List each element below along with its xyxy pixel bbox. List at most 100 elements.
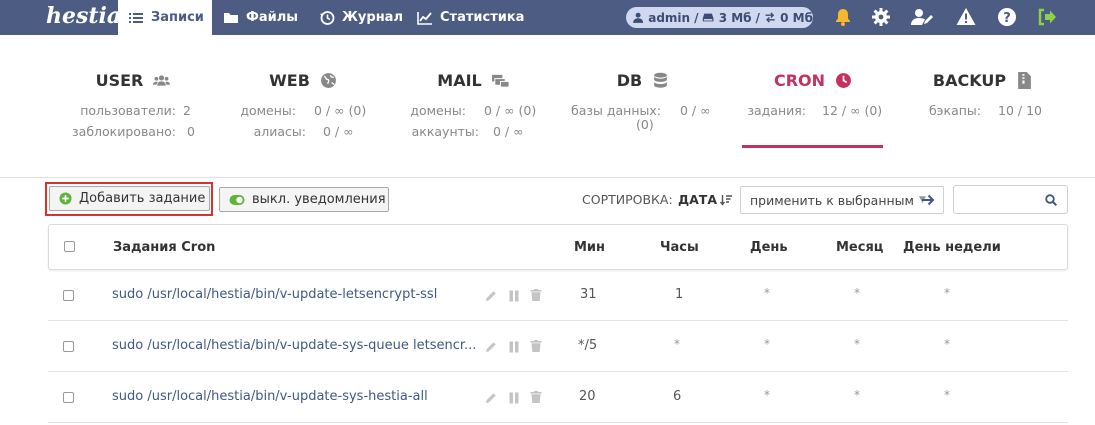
trash-icon[interactable]: [530, 289, 542, 301]
logout-icon[interactable]: [1037, 7, 1057, 27]
select-all-checkbox[interactable]: [64, 241, 75, 252]
cell-month: *: [854, 388, 860, 402]
stat-web-value-2: 0 / ∞: [323, 124, 354, 139]
disable-notifications-button[interactable]: выкл. уведомления: [219, 187, 389, 212]
history-icon: [320, 10, 335, 25]
nav-statistics[interactable]: Статистика: [417, 0, 524, 35]
col-header-min[interactable]: Мин: [574, 240, 605, 255]
table-header: Задания Cron Мин Часы День Месяц День не…: [48, 224, 1068, 270]
cell-min: 20: [579, 389, 596, 404]
col-header-hour[interactable]: Часы: [660, 240, 699, 255]
pause-icon[interactable]: [508, 290, 520, 302]
stat-mail-value-2: 0 / ∞: [493, 124, 524, 139]
cell-day: *: [764, 337, 770, 351]
stat-cron[interactable]: CRON: [728, 70, 898, 90]
stat-backup-row-1: бэкапы:: [928, 103, 981, 118]
col-header-month[interactable]: Месяц: [836, 240, 883, 255]
stat-backup[interactable]: BACKUP: [898, 70, 1068, 90]
users-icon: [153, 74, 171, 86]
col-header-weekday[interactable]: День недели: [903, 240, 1001, 255]
folder-icon: [224, 12, 238, 23]
mail-bulk-icon: [491, 74, 509, 88]
stat-mail-title: MAIL: [437, 70, 482, 90]
stat-db-title: DB: [616, 70, 643, 90]
trash-icon[interactable]: [530, 391, 542, 403]
cell-month: *: [854, 286, 860, 300]
table-row: sudo /usr/local/hestia/bin/v-update-sys-…: [48, 372, 1068, 423]
stat-db-row-2: (0): [636, 117, 654, 132]
nav-statistics-label: Статистика: [440, 10, 525, 25]
edit-icon[interactable]: [485, 290, 497, 302]
cron-command-link[interactable]: sudo /usr/local/hestia/bin/v-update-lets…: [112, 287, 437, 302]
nav-journal-label: Журнал: [342, 10, 403, 25]
sort-desc-icon: [720, 194, 733, 206]
user-edit-icon[interactable]: [911, 7, 934, 27]
nav-files-label: Файлы: [246, 10, 299, 25]
nav-records[interactable]: Записи: [118, 0, 212, 35]
stat-web[interactable]: WEB: [218, 70, 388, 90]
nav-records-label: Записи: [151, 10, 204, 25]
cell-month: *: [854, 337, 860, 351]
hestia-logo[interactable]: hestia: [46, 3, 121, 29]
stat-db[interactable]: DB: [558, 70, 728, 90]
stat-mail-row-2: аккаунты:: [411, 124, 479, 139]
nav-journal[interactable]: Журнал: [319, 0, 403, 35]
globe-icon: [320, 72, 336, 88]
arrow-right-icon[interactable]: [921, 193, 935, 207]
status-separator: /: [755, 10, 760, 25]
row-checkbox[interactable]: [63, 290, 74, 301]
help-icon[interactable]: ?: [997, 7, 1017, 27]
bell-icon[interactable]: [833, 7, 853, 27]
cell-hour: *: [674, 337, 680, 351]
stat-mail-value-1: 0 / ∞ (0): [484, 103, 537, 118]
nav-files[interactable]: Файлы: [223, 0, 298, 35]
database-icon: [654, 72, 668, 88]
bulk-action-select[interactable]: применить к выбранным ▼: [740, 186, 944, 214]
cron-command-link[interactable]: sudo /usr/local/hestia/bin/v-update-sys-…: [112, 338, 476, 353]
stat-web-value-1: 0 / ∞ (0): [314, 103, 367, 118]
pause-icon[interactable]: [508, 341, 520, 353]
cell-min: 31: [580, 287, 597, 302]
user-icon: [633, 12, 644, 23]
stat-web-title: WEB: [269, 70, 310, 90]
active-tab-indicator: [742, 145, 883, 148]
edit-icon[interactable]: [485, 392, 497, 404]
row-checkbox[interactable]: [63, 392, 74, 403]
add-cron-job-button[interactable]: Добавить задание: [49, 186, 210, 211]
stat-cron-value-1: 12 / ∞ (0): [822, 103, 883, 118]
warning-icon[interactable]: [956, 7, 976, 27]
trash-icon[interactable]: [530, 340, 542, 352]
row-checkbox[interactable]: [63, 341, 74, 352]
stat-web-row-1: домены:: [240, 103, 296, 118]
stat-user-title: USER: [95, 70, 144, 90]
cell-min: */5: [578, 338, 598, 353]
stat-user-row-1: пользователи:: [80, 103, 176, 118]
table-row: sudo /usr/local/hestia/bin/v-update-lets…: [48, 270, 1068, 321]
cell-weekday: *: [944, 388, 950, 402]
gear-icon[interactable]: [871, 7, 891, 27]
stat-db-value-1: 0 / ∞: [680, 103, 711, 118]
status-separator: /: [694, 10, 699, 25]
add-cron-job-label: Добавить задание: [79, 191, 206, 206]
pause-icon[interactable]: [508, 392, 520, 404]
col-header-day[interactable]: День: [750, 240, 788, 255]
edit-icon[interactable]: [485, 341, 497, 353]
stat-user-row-2: заблокировано:: [72, 124, 176, 139]
cell-hour: 1: [675, 287, 684, 302]
cron-command-link[interactable]: sudo /usr/local/hestia/bin/v-update-sys-…: [112, 389, 428, 404]
col-header-name[interactable]: Задания Cron: [113, 240, 215, 255]
stat-cron-row-1: задания:: [747, 103, 806, 118]
cell-weekday: *: [944, 337, 950, 351]
clock-icon: [836, 72, 851, 88]
user-status-pill[interactable]: admin / 3 Мб / 0 Мб: [626, 7, 813, 28]
search-icon[interactable]: [1045, 194, 1057, 206]
sort-selector[interactable]: ДАТА: [678, 192, 733, 207]
svg-text:?: ?: [1003, 11, 1011, 26]
search-input[interactable]: [953, 185, 1068, 214]
stat-user[interactable]: USER: [48, 70, 218, 90]
toggle-on-icon: [229, 194, 245, 205]
stat-cron-title: CRON: [773, 70, 826, 90]
list-icon: [129, 12, 143, 23]
stat-mail[interactable]: MAIL: [388, 70, 558, 90]
exchange-icon: [765, 12, 775, 23]
